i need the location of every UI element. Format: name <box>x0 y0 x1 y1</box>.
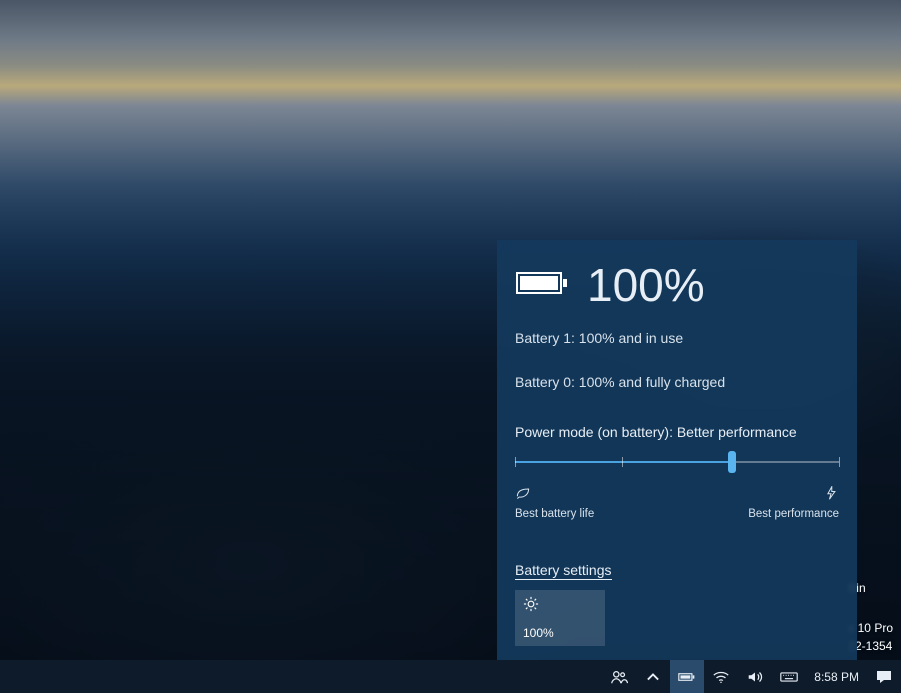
power-mode-slider[interactable] <box>515 454 839 470</box>
taskbar-clock[interactable]: 8:58 PM <box>806 660 867 693</box>
slider-left-text: Best battery life <box>515 508 594 520</box>
brightness-tile[interactable]: 100% <box>515 590 605 646</box>
taskbar: 8:58 PM <box>0 660 901 693</box>
battery-percent: 100% <box>587 262 705 308</box>
battery-flyout: 100% Battery 1: 100% and in use Battery … <box>497 240 857 660</box>
system-tray: 8:58 PM <box>602 660 901 693</box>
best-performance-label: Best performance <box>748 486 839 520</box>
action-center-icon[interactable] <box>867 660 901 693</box>
battery-tray-icon[interactable] <box>670 660 704 693</box>
brightness-value: 100% <box>523 626 597 640</box>
wifi-icon[interactable] <box>704 660 738 693</box>
lightning-icon <box>823 486 839 503</box>
battery-0-status: Battery 0: 100% and fully charged <box>515 374 839 390</box>
battery-1-status: Battery 1: 100% and in use <box>515 330 839 346</box>
leaf-icon <box>515 486 594 503</box>
best-battery-life-label: Best battery life <box>515 486 594 520</box>
power-mode-label: Power mode (on battery): Better performa… <box>515 424 839 440</box>
battery-settings-link[interactable]: Battery settings <box>515 562 612 580</box>
people-icon[interactable] <box>602 660 636 693</box>
brightness-icon <box>523 596 597 617</box>
battery-large-icon <box>515 267 569 304</box>
chevron-up-icon[interactable] <box>636 660 670 693</box>
keyboard-icon[interactable] <box>772 660 806 693</box>
slider-right-text: Best performance <box>748 508 839 520</box>
volume-icon[interactable] <box>738 660 772 693</box>
